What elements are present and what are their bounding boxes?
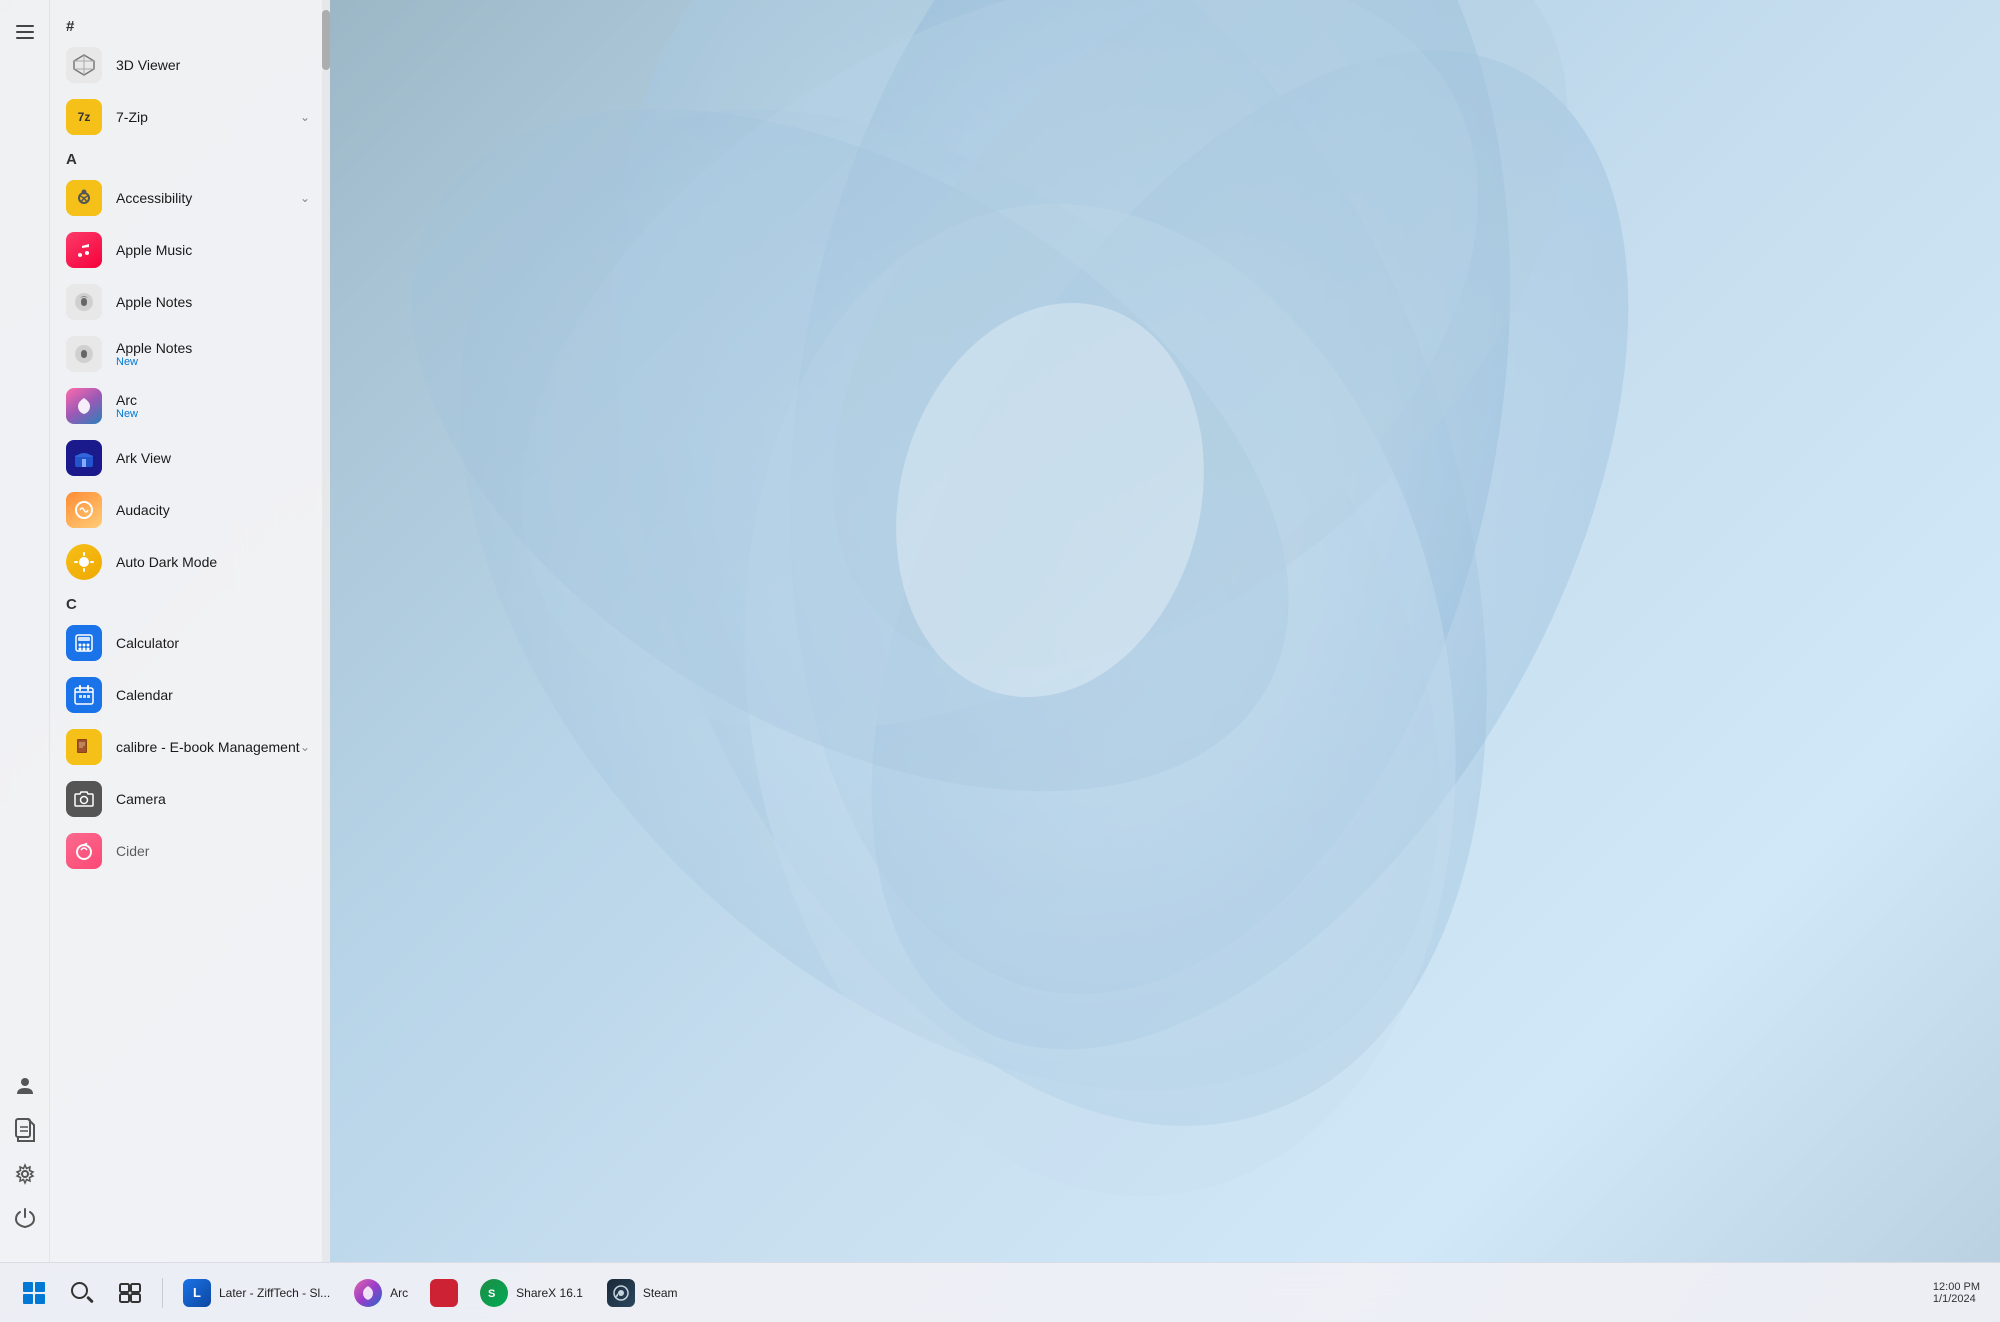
app-item-calendar[interactable]: Calendar xyxy=(54,669,326,721)
app-name-cider: Cider xyxy=(116,843,149,860)
app-name-calibre: calibre - E-book Management xyxy=(116,739,300,756)
chevron-7zip: ⌄ xyxy=(300,110,310,124)
app-item-7zip[interactable]: 7z 7-Zip ⌄ xyxy=(54,91,326,143)
scrollbar-thumb[interactable] xyxy=(322,10,330,70)
app-icon-3d-viewer xyxy=(66,47,102,83)
taskbar-app-label-sharex: ShareX 16.1 xyxy=(516,1286,583,1300)
taskbar-app-icon-steam xyxy=(607,1279,635,1307)
taskbar-app-sharex[interactable]: S ShareX 16.1 xyxy=(470,1271,593,1315)
taskbar-app-label-steam: Steam xyxy=(643,1286,678,1300)
taskbar-app-label-later: Later - ZiffTech - Sl... xyxy=(219,1286,330,1300)
taskbar-app-icon-later: L xyxy=(183,1279,211,1307)
taskbar-app-icon-red xyxy=(430,1279,458,1307)
windows-logo xyxy=(23,1282,45,1304)
app-icon-7zip: 7z xyxy=(66,99,102,135)
app-item-apple-notes[interactable]: Apple Notes xyxy=(54,276,326,328)
app-name-arc: Arc xyxy=(116,392,138,409)
taskbar-app-steam[interactable]: Steam xyxy=(597,1271,688,1315)
app-item-camera[interactable]: Camera xyxy=(54,773,326,825)
app-icon-ark-view xyxy=(66,440,102,476)
start-menu-sidebar xyxy=(0,0,50,1262)
app-icon-apple-notes-new xyxy=(66,336,102,372)
task-view-icon xyxy=(118,1281,142,1305)
app-item-apple-music[interactable]: Apple Music xyxy=(54,224,326,276)
app-icon-calculator xyxy=(66,625,102,661)
sidebar-icon-user-profile[interactable] xyxy=(5,1066,45,1106)
app-name-accessibility: Accessibility xyxy=(116,190,192,207)
app-name-apple-music: Apple Music xyxy=(116,242,192,259)
app-name-calculator: Calculator xyxy=(116,635,179,652)
search-button[interactable] xyxy=(60,1271,104,1315)
search-icon xyxy=(71,1282,93,1304)
task-view-button[interactable] xyxy=(108,1271,152,1315)
app-item-arc[interactable]: Arc New xyxy=(54,380,326,432)
app-name-apple-notes-new: Apple Notes xyxy=(116,340,192,357)
scrollbar-track[interactable] xyxy=(322,0,330,1262)
app-icon-apple-notes xyxy=(66,284,102,320)
app-icon-calendar xyxy=(66,677,102,713)
app-item-calculator[interactable]: Calculator xyxy=(54,617,326,669)
taskbar-separator-1 xyxy=(162,1278,163,1308)
app-item-apple-notes-new[interactable]: Apple Notes New xyxy=(54,328,326,380)
app-name-camera: Camera xyxy=(116,791,166,808)
start-button[interactable] xyxy=(12,1271,56,1315)
app-icon-calibre xyxy=(66,729,102,765)
taskbar-app-later[interactable]: L Later - ZiffTech - Sl... xyxy=(173,1271,340,1315)
clock: 12:00 PM1/1/2024 xyxy=(1933,1281,1980,1305)
app-item-calibre[interactable]: calibre - E-book Management ⌄ xyxy=(54,721,326,773)
app-name-7zip: 7-Zip xyxy=(116,109,148,126)
app-item-cider[interactable]: Cider xyxy=(54,825,326,877)
taskbar-app-red[interactable] xyxy=(422,1271,466,1315)
app-item-3d-viewer[interactable]: 3D Viewer xyxy=(54,39,326,91)
chevron-calibre: ⌄ xyxy=(300,740,310,754)
sidebar-icon-documents[interactable] xyxy=(5,1110,45,1150)
app-list: # 3D Viewer 7z 7-Zip ⌄ A xyxy=(50,0,330,1262)
taskbar-app-arc[interactable]: Arc xyxy=(344,1271,418,1315)
app-icon-audacity xyxy=(66,492,102,528)
app-item-auto-dark-mode[interactable]: Auto Dark Mode xyxy=(54,536,326,588)
app-item-accessibility[interactable]: Accessibility ⌄ xyxy=(54,172,326,224)
sidebar-icon-hamburger[interactable] xyxy=(5,12,45,52)
taskbar-app-icon-arc xyxy=(354,1279,382,1307)
app-icon-cider xyxy=(66,833,102,869)
sidebar-icon-power[interactable] xyxy=(5,1198,45,1238)
app-name-auto-dark-mode: Auto Dark Mode xyxy=(116,554,217,571)
section-c: C xyxy=(50,588,330,617)
section-hash: # xyxy=(50,10,330,39)
app-name-3d-viewer: 3D Viewer xyxy=(116,57,180,74)
app-item-ark-view[interactable]: Ark View xyxy=(54,432,326,484)
app-icon-auto-dark-mode xyxy=(66,544,102,580)
sidebar-icon-settings[interactable] xyxy=(5,1154,45,1194)
app-name-audacity: Audacity xyxy=(116,502,170,519)
app-item-audacity[interactable]: Audacity xyxy=(54,484,326,536)
app-name-ark-view: Ark View xyxy=(116,450,171,467)
wallpaper-svg xyxy=(300,0,1800,1322)
section-a: A xyxy=(50,143,330,172)
app-icon-apple-music xyxy=(66,232,102,268)
app-icon-camera xyxy=(66,781,102,817)
system-tray: 12:00 PM1/1/2024 xyxy=(1925,1281,1988,1305)
svg-text:S: S xyxy=(488,1288,495,1300)
app-name-stack-arc: Arc New xyxy=(116,392,138,421)
app-badge-apple-notes-new: New xyxy=(116,356,192,368)
app-name-apple-notes: Apple Notes xyxy=(116,294,192,311)
app-badge-arc: New xyxy=(116,408,138,420)
taskbar: L Later - ZiffTech - Sl... Arc S ShareX … xyxy=(0,1262,2000,1322)
taskbar-app-icon-sharex: S xyxy=(480,1279,508,1307)
chevron-accessibility: ⌄ xyxy=(300,191,310,205)
app-name-stack-apple-notes-new: Apple Notes New xyxy=(116,340,192,369)
app-name-calendar: Calendar xyxy=(116,687,173,704)
start-menu: # 3D Viewer 7z 7-Zip ⌄ A xyxy=(0,0,330,1262)
app-icon-arc xyxy=(66,388,102,424)
taskbar-app-label-arc: Arc xyxy=(390,1286,408,1300)
app-icon-accessibility xyxy=(66,180,102,216)
